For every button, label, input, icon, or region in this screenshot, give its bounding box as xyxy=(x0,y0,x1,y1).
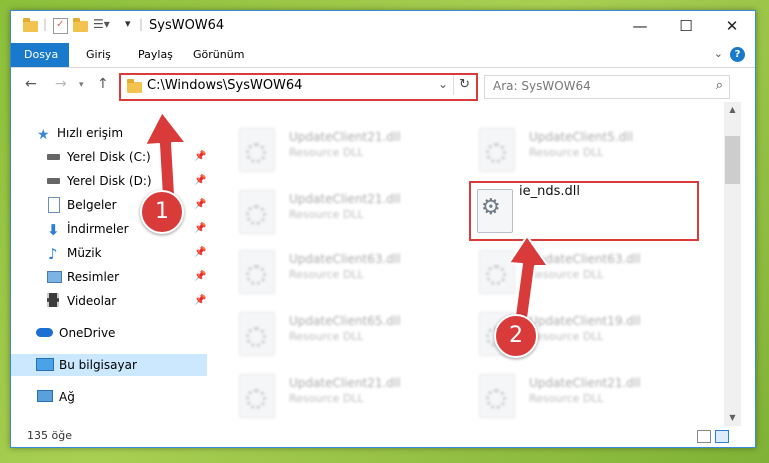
callout-arrows xyxy=(144,111,549,319)
callout-badge-2: 2 xyxy=(494,314,538,358)
callout-badge-1: 1 xyxy=(140,190,184,234)
arrow-two-icon xyxy=(508,235,549,319)
arrow-one-icon xyxy=(144,111,187,197)
